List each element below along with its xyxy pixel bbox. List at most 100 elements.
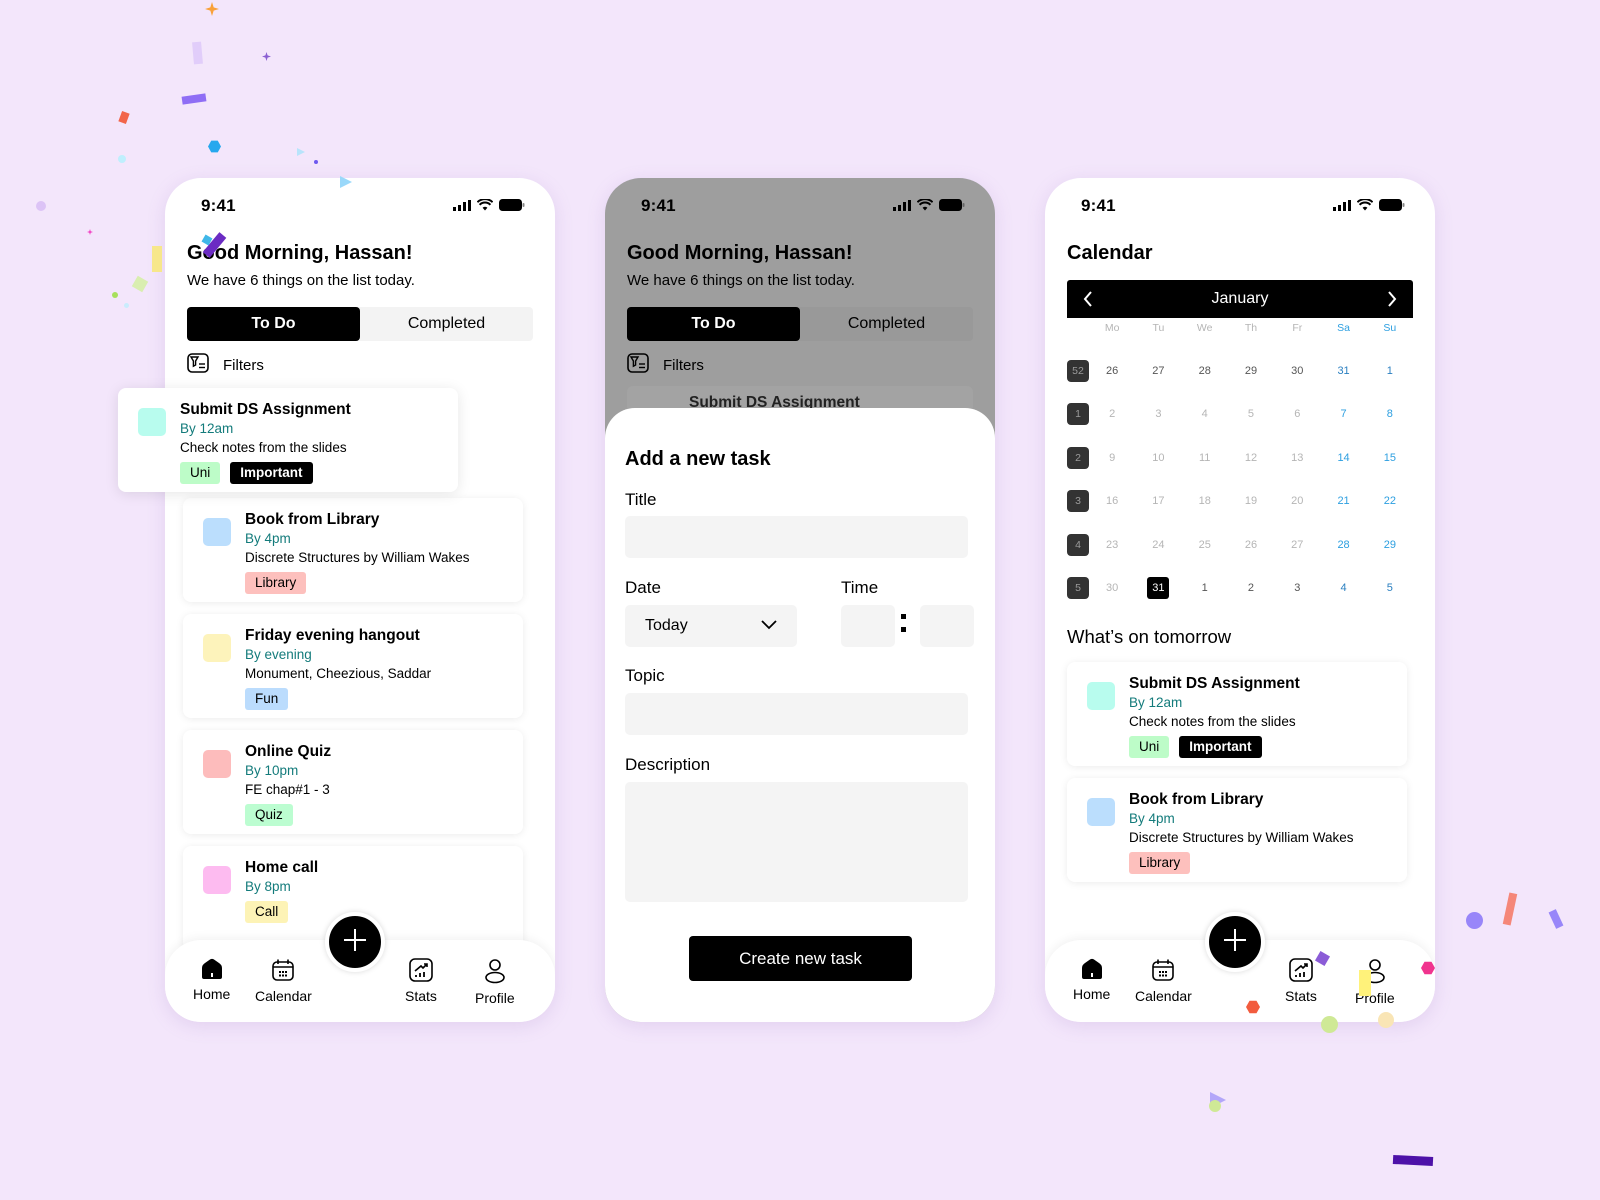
nav-home[interactable]: Home	[193, 958, 230, 1002]
wifi-icon	[476, 198, 494, 216]
calendar-day[interactable]: 28	[1320, 539, 1366, 551]
calendar-day[interactable]: 24	[1135, 539, 1181, 551]
calendar-day-selected[interactable]: 31	[1135, 577, 1181, 600]
calendar-day[interactable]: 26	[1228, 539, 1274, 551]
nav-stats[interactable]: Stats	[405, 958, 437, 1004]
tag-badge: Important	[1179, 736, 1262, 758]
title-input[interactable]	[625, 516, 968, 558]
calendar-day[interactable]: 1	[1182, 582, 1228, 594]
calendar-day[interactable]: 6	[1274, 408, 1320, 420]
nav-calendar[interactable]: Calendar	[255, 958, 312, 1004]
calendar-day[interactable]: 19	[1228, 495, 1274, 507]
calendar-day[interactable]: 4	[1182, 408, 1228, 420]
stats-icon	[409, 958, 433, 985]
nav-stats-label: Stats	[405, 988, 437, 1004]
calendar-day[interactable]: 13	[1274, 452, 1320, 464]
calendar-day[interactable]: 18	[1182, 495, 1228, 507]
calendar-day[interactable]: 20	[1274, 495, 1320, 507]
calendar-day-number: 12	[1244, 451, 1258, 464]
nav-profile[interactable]: Profile	[475, 958, 515, 1006]
create-task-button[interactable]: Create new task	[689, 936, 912, 981]
task-card[interactable]: Online Quiz By 10pm FE chap#1 - 3 Quiz	[183, 730, 523, 834]
calendar-day[interactable]: 7	[1320, 408, 1366, 420]
calendar-day[interactable]: 9	[1089, 452, 1135, 464]
calendar-day-number: 3	[1294, 582, 1301, 595]
task-color-swatch	[1087, 798, 1115, 826]
tab-to-do[interactable]: To Do	[187, 307, 360, 341]
add-task-button[interactable]	[325, 912, 385, 972]
task-title: Book from Library	[1129, 791, 1264, 808]
calendar-day[interactable]: 29	[1367, 539, 1413, 551]
nav-calendar[interactable]: Calendar	[1135, 958, 1192, 1004]
confetti-piece	[87, 229, 93, 235]
calendar-day[interactable]: 2	[1228, 582, 1274, 594]
calendar-day[interactable]: 27	[1135, 365, 1181, 377]
calendar-day-number: 20	[1291, 495, 1304, 508]
filters-button[interactable]: Filters	[187, 353, 264, 377]
nav-home[interactable]: Home	[1073, 958, 1110, 1002]
task-title: Online Quiz	[245, 743, 332, 760]
calendar-day[interactable]: 30	[1089, 582, 1135, 594]
calendar-screen: 9:41 Calendar January ·MoTuWeThFrSaSu 52…	[1045, 178, 1435, 1022]
calendar-day[interactable]: 4	[1320, 582, 1366, 594]
tag-badge: Uni	[1129, 736, 1170, 758]
task-card[interactable]: Friday evening hangout By evening Monume…	[183, 614, 523, 718]
calendar-day[interactable]: 3	[1135, 408, 1181, 420]
tag-badge: Library	[245, 572, 307, 594]
week-number-badge: 52	[1067, 359, 1089, 382]
calendar-day[interactable]: 22	[1367, 495, 1413, 507]
nav-stats[interactable]: Stats	[1285, 958, 1317, 1004]
description-textarea[interactable]	[625, 782, 968, 902]
confetti-piece	[1548, 909, 1564, 929]
topic-input[interactable]	[625, 693, 968, 735]
time-hour-input[interactable]	[841, 605, 895, 647]
weekday-label: Th	[1244, 322, 1258, 334]
calendar-day[interactable]: 3	[1274, 582, 1320, 594]
calendar-day[interactable]: 21	[1320, 495, 1366, 507]
task-card-highlighted[interactable]: Submit DS Assignment By 12am Check notes…	[118, 388, 458, 492]
calendar-day-number: 28	[1337, 538, 1350, 551]
page-title: Calendar	[1067, 242, 1153, 264]
calendar-day[interactable]: 14	[1320, 452, 1366, 464]
task-card[interactable]: Book from Library By 4pm Discrete Struct…	[1067, 778, 1407, 882]
calendar-day-number: 24	[1152, 538, 1165, 551]
calendar-day[interactable]: 30	[1274, 365, 1320, 377]
calendar-day[interactable]: 11	[1182, 452, 1228, 464]
calendar-day-number: 5	[1247, 408, 1255, 421]
calendar-day[interactable]: 2	[1089, 408, 1135, 420]
task-color-swatch	[203, 866, 231, 894]
task-tags: Library	[1129, 852, 1397, 874]
calendar-day[interactable]: 25	[1182, 539, 1228, 551]
time-minute-input[interactable]	[920, 605, 974, 647]
calendar-day[interactable]: 10	[1135, 452, 1181, 464]
calendar-day[interactable]: 5	[1367, 582, 1413, 594]
calendar-day-number: 17	[1152, 495, 1165, 508]
confetti-piece	[1359, 970, 1371, 996]
next-month-button[interactable]	[1381, 288, 1403, 310]
calendar-day[interactable]: 17	[1135, 495, 1181, 507]
calendar-day[interactable]: 5	[1228, 408, 1274, 420]
calendar-day-number: 13	[1291, 451, 1304, 464]
calendar-day[interactable]: 15	[1367, 452, 1413, 464]
battery-icon	[939, 198, 965, 216]
calendar-day[interactable]: 28	[1182, 365, 1228, 377]
calendar-day[interactable]: 27	[1274, 539, 1320, 551]
tab-completed[interactable]: Completed	[360, 307, 533, 341]
calendar-day[interactable]: 8	[1367, 408, 1413, 420]
calendar-day[interactable]: 16	[1089, 495, 1135, 507]
calendar-day-number: 1	[1201, 582, 1208, 595]
calendar-day[interactable]: 29	[1228, 365, 1274, 377]
date-select[interactable]: Today	[625, 605, 797, 647]
task-card[interactable]: Book from Library By 4pm Discrete Struct…	[183, 498, 523, 602]
title-label: Title	[625, 490, 657, 509]
calendar-day[interactable]: 31	[1320, 365, 1366, 377]
task-due: By evening	[245, 647, 312, 662]
prev-month-button[interactable]	[1077, 288, 1099, 310]
calendar-day[interactable]: 23	[1089, 539, 1135, 551]
task-card[interactable]: Submit DS Assignment By 12am Check notes…	[1067, 662, 1407, 766]
weekday-label: Mo	[1104, 322, 1120, 334]
add-task-button[interactable]	[1205, 912, 1265, 972]
calendar-day[interactable]: 26	[1089, 365, 1135, 377]
calendar-day[interactable]: 12	[1228, 452, 1274, 464]
calendar-day[interactable]: 1	[1367, 365, 1413, 377]
